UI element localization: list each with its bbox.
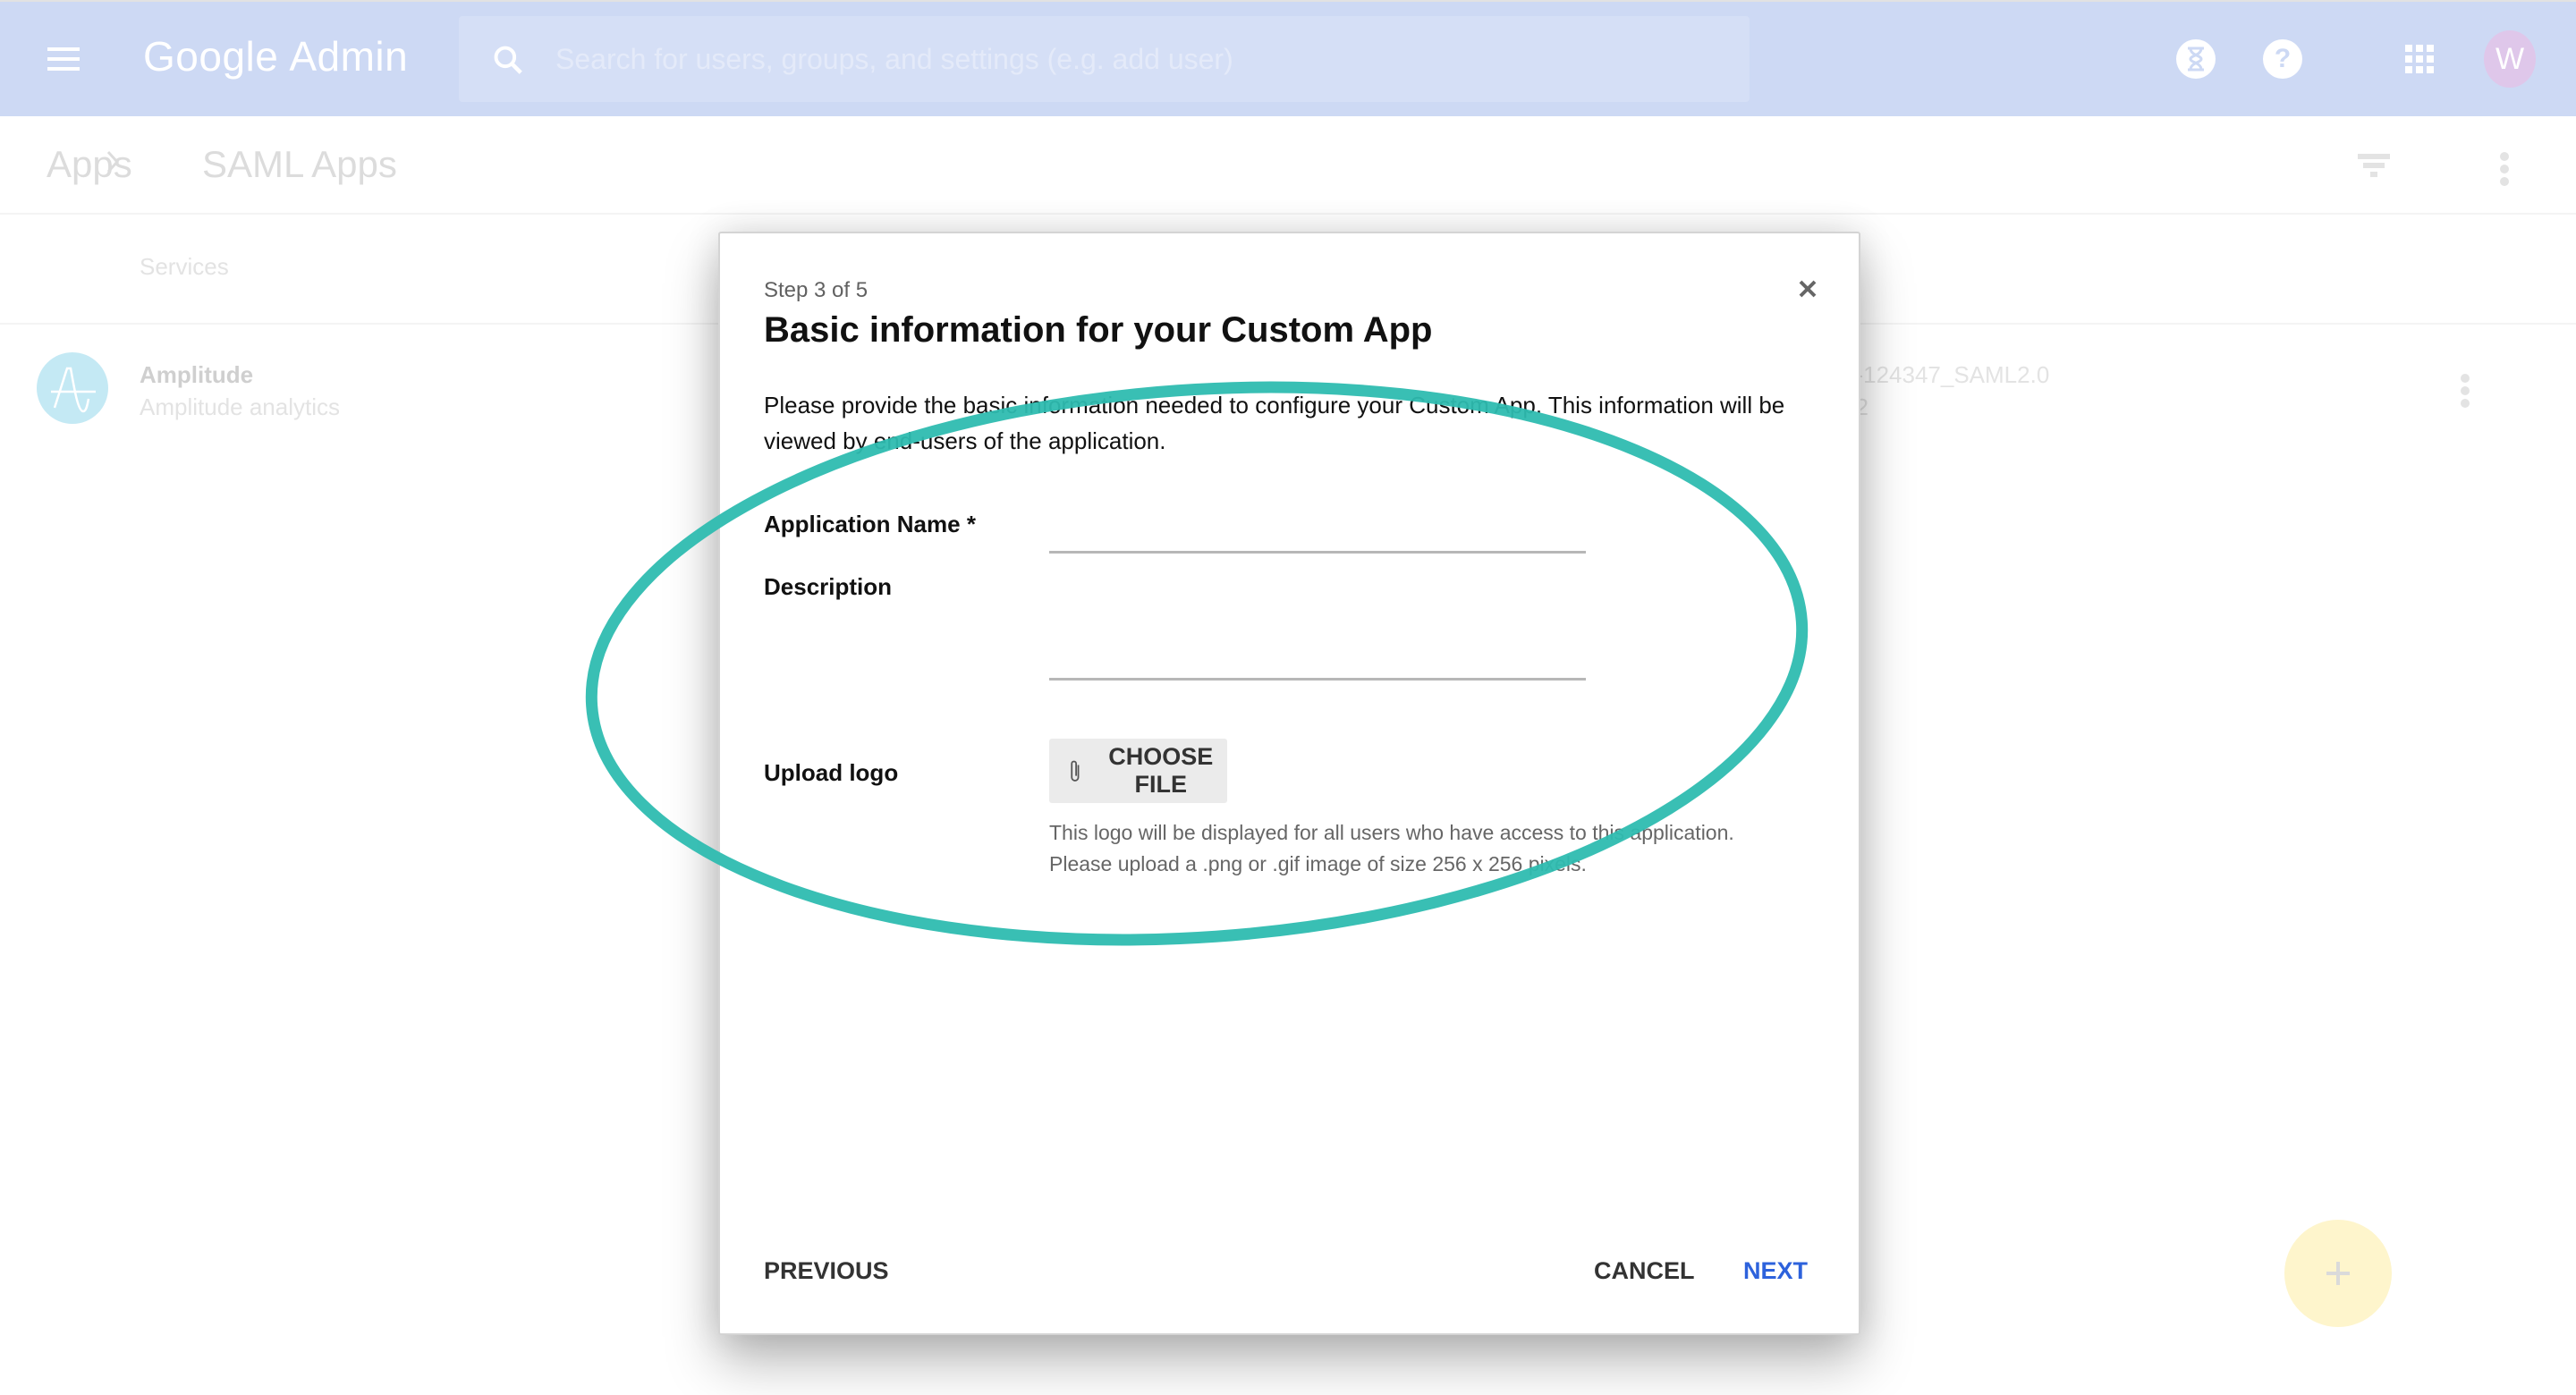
upload-hint: This logo will be displayed for all user…	[1049, 817, 1734, 880]
amplitude-logo-icon	[37, 352, 108, 424]
app-name: Amplitude	[140, 361, 254, 388]
paperclip-icon	[1071, 760, 1080, 782]
description-label: Description	[764, 573, 893, 600]
google-admin-logo[interactable]: Google Admin	[143, 32, 408, 80]
chevron-right-icon	[106, 150, 120, 173]
close-icon[interactable]	[1793, 275, 1822, 303]
logo-admin-text: Admin	[289, 33, 409, 80]
add-app-fab-plus-icon[interactable]	[2284, 1220, 2392, 1327]
app-entity-id: 3-124347_SAML2.0	[1843, 361, 2050, 388]
row-more-vert-icon[interactable]	[2461, 374, 2470, 411]
column-header-services[interactable]: Services	[140, 253, 229, 281]
window-top-border	[0, 0, 2576, 2]
step-indicator: Step 3 of 5	[764, 278, 869, 302]
apps-grid-icon[interactable]	[2405, 45, 2434, 73]
app-subtitle: Amplitude analytics	[140, 393, 340, 420]
breadcrumb: Apps SAML Apps	[0, 116, 2576, 215]
breadcrumb-saml-apps: SAML Apps	[202, 143, 397, 185]
cancel-button[interactable]: CANCEL	[1594, 1257, 1695, 1285]
search-bar[interactable]	[459, 16, 1750, 102]
more-vert-icon[interactable]	[2500, 152, 2509, 190]
description-input[interactable]	[1049, 573, 1586, 681]
top-app-bar: GoogleAdmin ? W	[0, 0, 2576, 116]
search-input[interactable]	[555, 34, 1718, 84]
next-button[interactable]: NEXT	[1743, 1257, 1808, 1285]
dialog-title: Basic information for your Custom App	[764, 310, 1433, 350]
avatar[interactable]: W	[2484, 30, 2536, 88]
dialog-intro: Please provide the basic information nee…	[764, 392, 1785, 454]
hamburger-menu-icon[interactable]	[47, 47, 80, 71]
previous-button[interactable]: PREVIOUS	[764, 1257, 889, 1285]
upload-hint-line1: This logo will be displayed for all user…	[1049, 821, 1734, 844]
choose-file-button[interactable]: CHOOSE FILE	[1049, 739, 1227, 803]
search-icon	[494, 46, 522, 74]
help-icon[interactable]: ?	[2263, 39, 2302, 79]
custom-app-dialog: Step 3 of 5 Basic information for your C…	[718, 232, 1860, 1335]
upload-logo-label: Upload logo	[764, 759, 899, 786]
hourglass-icon[interactable]	[2176, 39, 2216, 79]
application-name-label: Application Name *	[764, 511, 976, 537]
upload-hint-line2: Please upload a .png or .gif image of si…	[1049, 852, 1587, 875]
choose-file-label: CHOOSE FILE	[1108, 743, 1214, 798]
logo-google-text: Google	[143, 33, 279, 80]
application-name-input[interactable]	[1049, 502, 1586, 554]
filter-icon[interactable]	[2358, 154, 2390, 179]
